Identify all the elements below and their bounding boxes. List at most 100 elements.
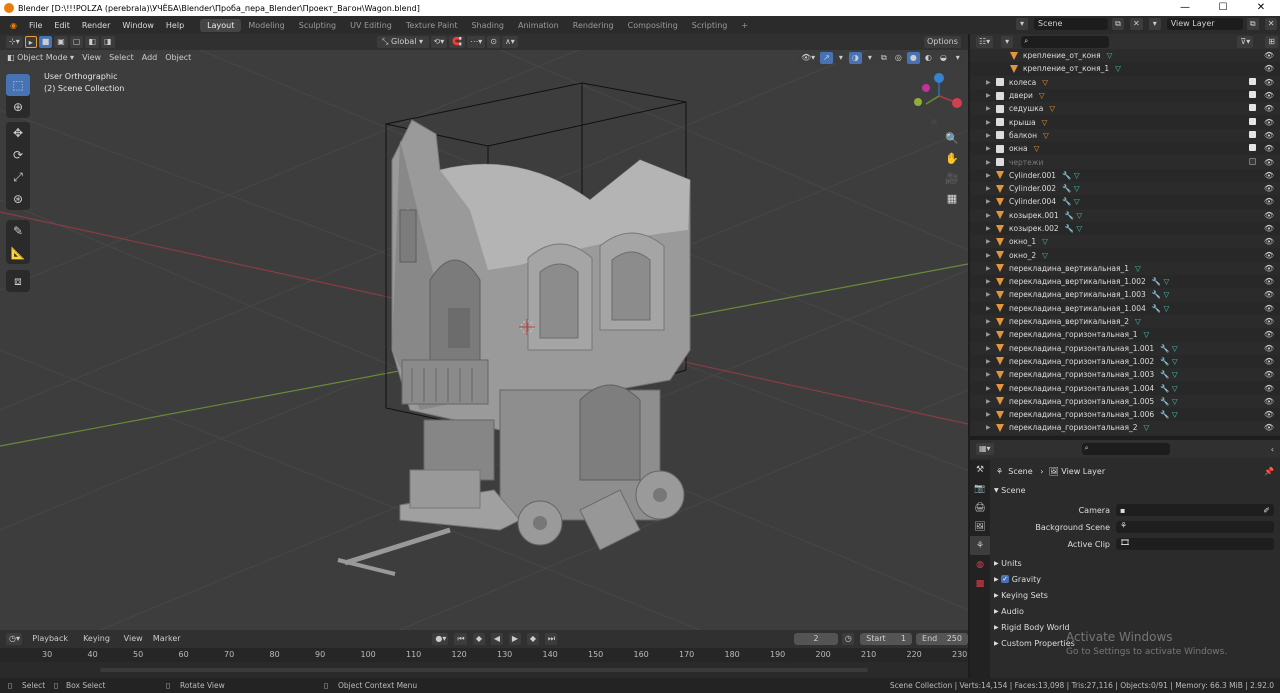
scene-icon[interactable]: ▾ [1016, 18, 1028, 30]
tab-sculpting[interactable]: Sculpting [292, 19, 343, 32]
properties-search-input[interactable]: ⌕ [1081, 443, 1170, 455]
outliner-row[interactable]: ▶ чертежи 👁 [970, 155, 1280, 169]
units-panel-header[interactable]: ▶ Units [994, 556, 1274, 570]
options-dropdown[interactable]: Options [924, 36, 961, 48]
expand-arrow-icon[interactable]: ▶ [986, 159, 994, 166]
pin-icon[interactable]: 📌 [1264, 467, 1274, 476]
menu-edit[interactable]: Edit [48, 21, 76, 30]
outliner-row[interactable]: ▶ Cylinder.002 🔧 ▽ 👁 [970, 181, 1280, 196]
solid-shading-icon[interactable]: ● [906, 52, 920, 64]
annotate-tool-icon[interactable]: ✎ [6, 220, 30, 242]
menu-object[interactable]: Object [162, 52, 194, 64]
expand-arrow-icon[interactable]: ▶ [986, 79, 994, 86]
outliner-row[interactable]: ▶ перекладина_горизонтальная_1.001 🔧 ▽ 👁 [970, 341, 1280, 355]
exclude-checkbox[interactable] [1248, 104, 1256, 112]
expand-arrow-icon[interactable]: ▶ [986, 318, 994, 325]
scene-selector[interactable]: Scene [1034, 18, 1108, 30]
menu-file[interactable]: File [23, 21, 48, 30]
delete-scene-icon[interactable]: ✕ [1130, 18, 1143, 30]
outliner-row[interactable]: ▶ перекладина_вертикальная_1.003 🔧 ▽ 👁 [970, 288, 1280, 302]
visibility-eye-icon[interactable]: 👁 [1264, 118, 1274, 127]
visibility-eye-icon[interactable]: 👁 [1264, 184, 1274, 193]
record-icon[interactable]: ●▾ [432, 633, 449, 645]
tab-shading[interactable]: Shading [464, 19, 511, 32]
editor-type-icon[interactable]: ⊹▾ [6, 36, 23, 48]
visibility-eye-icon[interactable]: 👁 [1264, 131, 1274, 140]
display-mode-icon[interactable]: ▾ [1001, 35, 1014, 48]
expand-arrow-icon[interactable]: ▶ [986, 132, 994, 139]
outliner-row[interactable]: ▶ перекладина_горизонтальная_1.005 🔧 ▽ 👁 [970, 394, 1280, 409]
exclude-checkbox[interactable] [1248, 91, 1256, 99]
visibility-eye-icon[interactable]: 👁 [1264, 197, 1274, 206]
new-scene-icon[interactable]: ⧉ [1112, 18, 1124, 30]
outliner-row[interactable]: ▶ перекладина_вертикальная_1 ▽ 👁 [970, 261, 1280, 276]
outliner-row[interactable]: ▶ перекладина_вертикальная_1.002 🔧 ▽ 👁 [970, 275, 1280, 288]
gizmo-settings-icon[interactable]: ▾ [834, 52, 847, 64]
menu-playback[interactable]: Playback ▾ [28, 633, 72, 655]
visibility-eye-icon[interactable]: 👁 [1264, 78, 1274, 87]
jump-keyframe-back-icon[interactable]: ◆ [472, 633, 485, 645]
menu-render[interactable]: Render [76, 21, 116, 30]
add-workspace-button[interactable]: + [734, 19, 755, 32]
play-reverse-icon[interactable]: ◀ [490, 633, 503, 645]
outliner-search-input[interactable]: ⌕ [1021, 35, 1110, 48]
wireframe-shading-icon[interactable]: ◎ [891, 52, 905, 64]
visibility-eye-icon[interactable]: 👁 [1264, 410, 1274, 419]
pivot-point-icon[interactable]: ⟲▾ [430, 36, 448, 48]
xray-icon[interactable]: ⧉ [877, 52, 890, 64]
expand-arrow-icon[interactable]: ▶ [986, 398, 994, 405]
outliner-row[interactable]: ▶ перекладина_горизонтальная_1.002 🔧 ▽ 👁 [970, 355, 1280, 368]
transform-tool-icon[interactable]: ⊛ [6, 188, 30, 210]
select-mode-subtract-icon[interactable]: ▢ [69, 36, 84, 48]
perspective-grid-icon[interactable]: ▦ [942, 188, 962, 208]
timeline-scrollbar[interactable] [100, 668, 868, 672]
expand-arrow-icon[interactable]: ▶ [986, 265, 994, 272]
expand-arrow-icon[interactable]: ▶ [986, 238, 994, 245]
render-tab-icon[interactable]: 📷 [970, 479, 990, 498]
active-clip-field[interactable]: 🎞 [1116, 538, 1274, 550]
new-collection-icon[interactable]: ⊞ [1265, 35, 1278, 48]
visibility-eye-icon[interactable]: 👁 [1264, 397, 1274, 406]
exclude-checkbox[interactable] [1248, 144, 1256, 152]
scene-tab-icon[interactable]: ⚘ [970, 536, 990, 555]
outliner-row[interactable]: ▶ колеса ▽ 👁 [970, 75, 1280, 89]
expand-arrow-icon[interactable]: ▶ [986, 92, 994, 99]
scene-section-header[interactable]: ▼ Scene [994, 483, 1274, 497]
outliner-row[interactable]: ▶ окна ▽ 👁 [970, 142, 1280, 155]
select-mode-intersect-icon[interactable]: ◨ [100, 36, 115, 48]
expand-arrow-icon[interactable]: ▶ [986, 225, 994, 232]
gravity-panel-header[interactable]: ▶ ✓ Gravity [994, 572, 1274, 586]
gravity-checkbox[interactable]: ✓ [1001, 575, 1010, 583]
outliner-row[interactable]: ▶ крыша ▽ 👁 [970, 115, 1280, 128]
3d-viewport[interactable]: User Orthographic (2) Scene Collection ⬚… [0, 50, 968, 630]
camera-view-icon[interactable]: 🎥 [942, 168, 962, 188]
outliner-row[interactable]: ▶ перекладина_горизонтальная_1.003 🔧 ▽ 👁 [970, 368, 1280, 382]
visibility-eye-icon[interactable]: 👁 [1264, 237, 1274, 246]
texture-tab-icon[interactable]: ▩ [970, 574, 990, 593]
outliner-editor-icon[interactable]: ☷▾ [976, 35, 994, 48]
menu-add[interactable]: Add [139, 52, 161, 64]
falloff-icon[interactable]: ∧▾ [501, 36, 518, 48]
outliner-row[interactable]: ▶ перекладина_вертикальная_2 ▽ 👁 [970, 314, 1280, 329]
filter-icon[interactable]: ⊽▾ [1237, 35, 1254, 48]
tab-compositing[interactable]: Compositing [621, 19, 685, 32]
eyedropper-icon[interactable]: ✐ [1263, 506, 1270, 515]
exclude-checkbox[interactable] [1248, 130, 1256, 138]
timeline-ruler[interactable]: 30 40 50 60 70 80 90 100 110 120 130 140 150 160 170 18… [0, 648, 968, 662]
exclude-checkbox[interactable] [1248, 157, 1256, 165]
visibility-eye-icon[interactable]: 👁 [1264, 64, 1274, 73]
menu-help[interactable]: Help [160, 21, 190, 30]
expand-arrow-icon[interactable]: ▶ [986, 331, 994, 338]
visibility-eye-icon[interactable]: 👁 [1264, 224, 1274, 233]
expand-arrow-icon[interactable]: ▶ [986, 198, 994, 205]
expand-arrow-icon[interactable]: ▶ [986, 345, 994, 352]
expand-arrow-icon[interactable]: ▶ [986, 105, 994, 112]
view-layer-selector[interactable]: View Layer [1166, 18, 1243, 30]
menu-keying[interactable]: Keying ▾ [78, 633, 114, 655]
expand-arrow-icon[interactable]: ▶ [986, 145, 994, 152]
visibility-eye-icon[interactable]: 👁 [1264, 91, 1274, 100]
minimize-icon[interactable]: — [1166, 0, 1204, 16]
menu-marker[interactable]: Marker [150, 633, 181, 645]
visibility-eye-icon[interactable]: 👁 [1264, 330, 1274, 339]
expand-arrow-icon[interactable]: ▶ [986, 305, 994, 312]
